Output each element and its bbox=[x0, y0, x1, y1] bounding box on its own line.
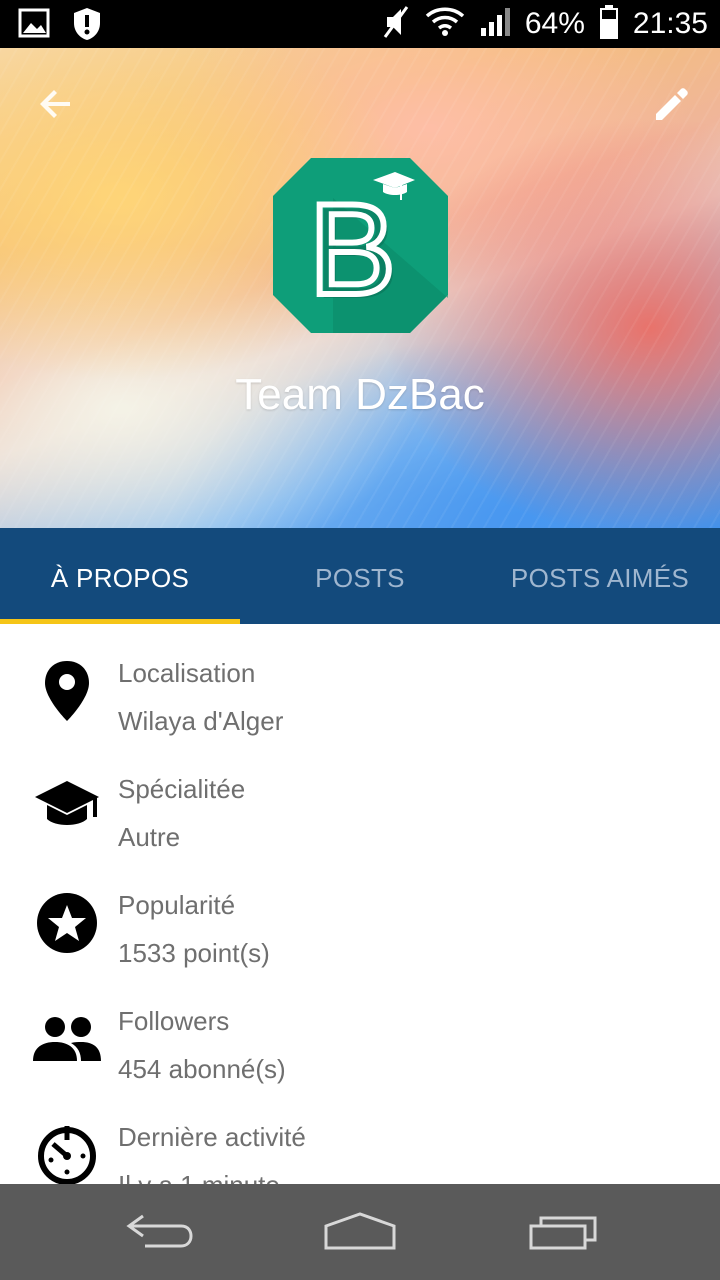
last-activity-label: Dernière activité bbox=[118, 1122, 306, 1152]
tab-posts[interactable]: POSTS bbox=[240, 528, 480, 624]
back-button[interactable] bbox=[28, 76, 84, 132]
profile-header: B B Team DzBac bbox=[0, 48, 720, 528]
graduation-cap-icon bbox=[32, 772, 102, 842]
battery-icon bbox=[599, 4, 619, 44]
edit-button[interactable] bbox=[644, 76, 700, 132]
location-pin-icon bbox=[32, 656, 102, 726]
nav-home-button[interactable] bbox=[315, 1206, 405, 1258]
recents-icon bbox=[529, 1216, 597, 1250]
logo-letter: B bbox=[309, 176, 396, 322]
location-value: Wilaya d'Alger bbox=[118, 706, 284, 736]
timer-icon bbox=[32, 1120, 102, 1184]
app-logo: B B bbox=[273, 158, 448, 333]
profile-tabs: À PROPOS POSTS POSTS AIMÉS bbox=[0, 528, 720, 624]
last-activity-value: Il y a 1 minute bbox=[118, 1170, 280, 1184]
list-item-speciality: Spécialitée Autre bbox=[0, 740, 720, 856]
wifi-icon bbox=[425, 6, 465, 43]
speciality-label: Spécialitée bbox=[118, 774, 246, 804]
list-item-last-activity: Dernière activité Il y a 1 minute bbox=[0, 1088, 720, 1184]
back-arrow-icon bbox=[126, 1214, 193, 1248]
shield-notification-icon bbox=[72, 7, 102, 46]
people-icon bbox=[32, 1004, 102, 1074]
list-item-location: Localisation Wilaya d'Alger bbox=[0, 624, 720, 740]
pencil-icon bbox=[656, 88, 688, 120]
profile-name: Team DzBac bbox=[235, 370, 485, 419]
nav-back-button[interactable] bbox=[115, 1206, 205, 1258]
popularity-label: Popularité bbox=[118, 890, 236, 920]
nav-recents-button[interactable] bbox=[518, 1206, 608, 1258]
followers-label: Followers bbox=[118, 1006, 230, 1036]
list-item-popularity: Popularité 1533 point(s) bbox=[0, 856, 720, 972]
clock: 21:35 bbox=[632, 7, 708, 40]
location-label: Localisation bbox=[118, 658, 256, 688]
signal-icon bbox=[479, 6, 511, 43]
star-circle-icon bbox=[32, 888, 102, 958]
home-icon bbox=[324, 1212, 396, 1250]
about-list: Localisation Wilaya d'Alger Spécialitée … bbox=[0, 624, 720, 1184]
status-bar: 64% 21:35 bbox=[0, 0, 720, 48]
system-nav-bar bbox=[0, 1184, 720, 1280]
gallery-notification-icon bbox=[18, 7, 50, 46]
arrow-back-icon bbox=[40, 90, 70, 118]
tab-posts-aimes[interactable]: POSTS AIMÉS bbox=[480, 528, 720, 624]
list-item-followers: Followers 454 abonné(s) bbox=[0, 972, 720, 1088]
followers-value: 454 abonné(s) bbox=[118, 1054, 286, 1084]
mute-icon bbox=[381, 5, 411, 44]
battery-percent: 64% bbox=[524, 7, 585, 40]
popularity-value: 1533 point(s) bbox=[118, 938, 270, 968]
tab-a-propos[interactable]: À PROPOS bbox=[0, 528, 240, 624]
speciality-value: Autre bbox=[118, 822, 181, 852]
